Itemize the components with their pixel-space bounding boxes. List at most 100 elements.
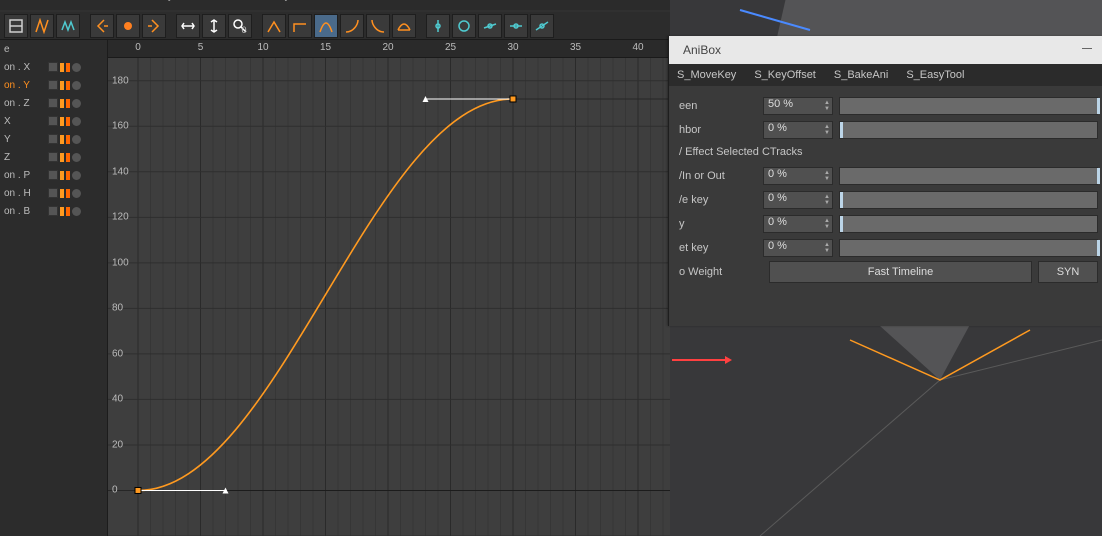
menu-item[interactable]: View xyxy=(8,0,30,6)
linear-tangent-icon[interactable] xyxy=(262,14,286,38)
yaxis-tick: 160 xyxy=(112,121,129,132)
param-spinner[interactable]: 0 %▲▼ xyxy=(763,167,833,185)
break-tangents-vert-icon[interactable] xyxy=(426,14,450,38)
tab-s-keyoffset[interactable]: S_KeyOffset xyxy=(754,69,816,81)
ruler-tick: 25 xyxy=(445,42,456,53)
solo-toggle-icon[interactable] xyxy=(72,117,81,126)
tab-s-easytool[interactable]: S_EasyTool xyxy=(906,69,964,81)
keyframe[interactable] xyxy=(510,96,516,102)
track-row[interactable]: on . H xyxy=(0,184,107,202)
key-indicator-icon xyxy=(60,99,64,108)
track-row[interactable]: Y xyxy=(0,130,107,148)
solo-toggle-icon[interactable] xyxy=(72,135,81,144)
key-indicator-icon xyxy=(60,189,64,198)
mute-toggle-icon[interactable] xyxy=(48,152,58,162)
param-spinner[interactable]: 50 %▲▼ xyxy=(763,97,833,115)
param-slider[interactable] xyxy=(839,97,1098,115)
key-indicator-icon xyxy=(60,81,64,90)
next-key-icon[interactable] xyxy=(142,14,166,38)
spinner-arrows-icon[interactable]: ▲▼ xyxy=(824,192,830,208)
fast-timeline-button[interactable]: Fast Timeline xyxy=(769,261,1032,283)
fcurve-icon[interactable] xyxy=(30,14,54,38)
window-titlebar[interactable]: AniBox xyxy=(669,36,1102,64)
yaxis-tick: 140 xyxy=(112,166,129,177)
mute-toggle-icon[interactable] xyxy=(48,188,58,198)
param-spinner[interactable]: 0 %▲▼ xyxy=(763,191,833,209)
param-slider[interactable] xyxy=(839,121,1098,139)
track-row[interactable]: Z xyxy=(0,148,107,166)
track-row[interactable]: on . P xyxy=(0,166,107,184)
mute-toggle-icon[interactable] xyxy=(48,98,58,108)
tab-s-bakeani[interactable]: S_BakeAni xyxy=(834,69,888,81)
menu-item[interactable]: Bookmarks xyxy=(329,0,379,6)
mute-toggle-icon[interactable] xyxy=(48,80,58,90)
lock-y-icon[interactable] xyxy=(202,14,226,38)
auto-tangent-icon[interactable] xyxy=(314,14,338,38)
minimize-icon[interactable] xyxy=(1082,48,1092,49)
solo-toggle-icon[interactable] xyxy=(72,153,81,162)
menu-item[interactable]: Motion System xyxy=(245,0,311,6)
param-spinner[interactable]: 0 %▲▼ xyxy=(763,215,833,233)
sync-button[interactable]: SYN xyxy=(1038,261,1098,283)
unify-tangents-icon[interactable] xyxy=(478,14,502,38)
param-label: hbor xyxy=(679,124,763,136)
spinner-arrows-icon[interactable]: ▲▼ xyxy=(824,98,830,114)
solo-toggle-icon[interactable] xyxy=(72,63,81,72)
track-row[interactable]: on . X xyxy=(0,58,107,76)
dope-sheet-icon[interactable] xyxy=(4,14,28,38)
prev-key-icon[interactable] xyxy=(90,14,114,38)
fcurve-editor[interactable]: 0510152025303540 18016014012010080604020… xyxy=(108,40,670,536)
mute-toggle-icon[interactable] xyxy=(48,206,58,216)
param-slider[interactable] xyxy=(839,191,1098,209)
ruler-tick: 35 xyxy=(570,42,581,53)
mute-toggle-icon[interactable] xyxy=(48,116,58,126)
flat-tangent-icon[interactable] xyxy=(392,14,416,38)
solo-toggle-icon[interactable] xyxy=(72,171,81,180)
param-slider[interactable] xyxy=(839,239,1098,257)
track-row[interactable]: on . Y xyxy=(0,76,107,94)
param-spinner[interactable]: 0 %▲▼ xyxy=(763,121,833,139)
tab-s-movekey[interactable]: S_MoveKey xyxy=(677,69,736,81)
track-row[interactable]: on . Z xyxy=(0,94,107,112)
spinner-arrows-icon[interactable]: ▲▼ xyxy=(824,168,830,184)
weighted-tangents-icon[interactable] xyxy=(504,14,528,38)
curve-view[interactable] xyxy=(108,58,670,536)
key-indicator-icon xyxy=(66,153,70,162)
param-slider[interactable] xyxy=(839,167,1098,185)
break-tangents-icon[interactable] xyxy=(530,14,554,38)
solo-toggle-icon[interactable] xyxy=(72,99,81,108)
param-slider[interactable] xyxy=(839,215,1098,233)
ease-in-icon[interactable] xyxy=(340,14,364,38)
track-row[interactable]: X xyxy=(0,112,107,130)
solo-toggle-icon[interactable] xyxy=(72,189,81,198)
menu-item[interactable]: Frame xyxy=(48,0,77,6)
track-header: e xyxy=(0,40,107,58)
time-ruler[interactable]: 0510152025303540 xyxy=(108,40,670,58)
auto-zero-icon[interactable]: 0 xyxy=(228,14,252,38)
key-indicator-icon xyxy=(60,63,64,72)
mute-toggle-icon[interactable] xyxy=(48,134,58,144)
keyframe[interactable] xyxy=(135,487,141,493)
solo-toggle-icon[interactable] xyxy=(72,81,81,90)
solo-toggle-icon[interactable] xyxy=(72,207,81,216)
clamp-tangent-icon[interactable] xyxy=(452,14,476,38)
spinner-arrows-icon[interactable]: ▲▼ xyxy=(824,122,830,138)
yaxis-tick: 60 xyxy=(112,348,123,359)
param-row: hbor0 %▲▼ xyxy=(679,118,1098,142)
mute-toggle-icon[interactable] xyxy=(48,170,58,180)
mute-toggle-icon[interactable] xyxy=(48,62,58,72)
key-indicator-icon xyxy=(66,99,70,108)
step-tangent-icon[interactable] xyxy=(288,14,312,38)
spinner-arrows-icon[interactable]: ▲▼ xyxy=(824,240,830,256)
key-indicator-icon xyxy=(60,171,64,180)
menu-item[interactable]: Key xyxy=(156,0,173,6)
ease-out-icon[interactable] xyxy=(366,14,390,38)
track-row[interactable]: on . B xyxy=(0,202,107,220)
motion-icon[interactable] xyxy=(56,14,80,38)
record-key-icon[interactable] xyxy=(116,14,140,38)
spinner-arrows-icon[interactable]: ▲▼ xyxy=(824,216,830,232)
param-spinner[interactable]: 0 %▲▼ xyxy=(763,239,833,257)
lock-x-icon[interactable] xyxy=(176,14,200,38)
menu-item[interactable]: F-Curve xyxy=(191,0,227,6)
menu-item[interactable]: Functions xyxy=(94,0,137,6)
